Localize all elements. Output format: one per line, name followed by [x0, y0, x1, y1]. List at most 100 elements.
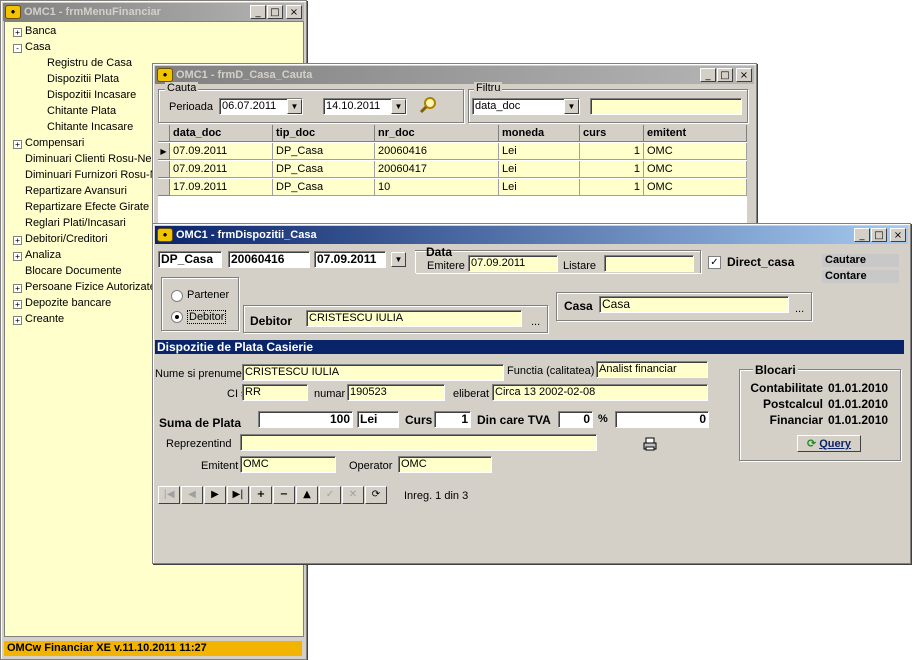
grid-cell[interactable]: Lei	[499, 143, 580, 160]
tva-field[interactable]: 0	[558, 411, 593, 428]
menu-window-titlebar[interactable]: ● OMC1 - frmMenuFinanciar _ □ ×	[3, 3, 304, 21]
edit-record-icon[interactable]: ▲	[296, 486, 318, 504]
grid-column-header[interactable]: emitent	[644, 125, 747, 142]
grid-cell[interactable]: 07.09.2011	[170, 143, 273, 160]
menu-item[interactable]: Repartizare Efecte Girate	[25, 200, 149, 215]
grid-column-header[interactable]: data_doc	[170, 125, 273, 142]
cautare-button[interactable]: Cautare	[821, 253, 900, 268]
grid-cell[interactable]: 1	[580, 143, 644, 160]
grid-cell[interactable]: DP_Casa	[273, 179, 375, 196]
minimize-icon[interactable]: _	[250, 5, 266, 19]
menu-item[interactable]: Creante	[25, 312, 64, 327]
collapse-icon[interactable]: -	[13, 44, 22, 53]
query-button[interactable]: ⟳ Query	[797, 435, 861, 452]
grid-cell[interactable]: 17.09.2011	[170, 179, 273, 196]
close-icon[interactable]: ×	[286, 5, 302, 19]
contare-button[interactable]: Contare	[821, 269, 900, 284]
row-indicator[interactable]	[158, 161, 170, 178]
close-icon[interactable]: ×	[736, 68, 752, 82]
expand-icon[interactable]: +	[13, 28, 22, 37]
menu-item[interactable]: Debitori/Creditori	[25, 232, 108, 247]
grid-cell[interactable]: Lei	[499, 161, 580, 178]
menu-item[interactable]: Dispozitii Plata	[47, 72, 119, 87]
grid-cell[interactable]: 1	[580, 161, 644, 178]
refresh-record-icon[interactable]: ⟳	[365, 486, 387, 504]
grid-column-header[interactable]: curs	[580, 125, 644, 142]
listare-field[interactable]	[604, 255, 694, 272]
reprezentind-field[interactable]	[240, 434, 597, 451]
eliberat-field[interactable]: Circa 13 2002-02-08	[492, 384, 708, 401]
partener-radio[interactable]	[171, 290, 183, 302]
grid-cell[interactable]: 20060417	[375, 161, 499, 178]
current-row-indicator-icon[interactable]: ▶	[158, 143, 170, 160]
direct-casa-checkbox[interactable]: ✓	[708, 256, 721, 269]
grid-cell[interactable]: OMC	[644, 143, 747, 160]
filtru-text-input[interactable]	[590, 98, 742, 115]
debitor-radio[interactable]	[171, 311, 183, 323]
menu-item[interactable]: Persoane Fizice Autorizate	[25, 280, 156, 295]
date-from-dropdown[interactable]: ▼	[287, 99, 302, 114]
tva-amount-field[interactable]: 0	[615, 411, 709, 428]
partener-radio-label[interactable]: Partener	[187, 289, 229, 301]
maximize-icon[interactable]: □	[267, 5, 283, 19]
operator-field[interactable]: OMC	[398, 456, 492, 473]
maximize-icon[interactable]: □	[717, 68, 733, 82]
close-icon[interactable]: ×	[890, 228, 906, 242]
menu-item[interactable]: Reglari Plati/Incasari	[25, 216, 126, 231]
curs-field[interactable]: 1	[434, 411, 471, 428]
emitent-field[interactable]: OMC	[240, 456, 336, 473]
casa-field[interactable]: Casa	[599, 296, 789, 313]
nr-doc-field[interactable]: 20060416	[228, 251, 310, 268]
filtru-dropdown[interactable]: ▼	[564, 99, 579, 114]
grid-cell[interactable]: Lei	[499, 179, 580, 196]
expand-icon[interactable]: +	[13, 236, 22, 245]
grid-cell[interactable]: 20060416	[375, 143, 499, 160]
grid-column-header[interactable]: moneda	[499, 125, 580, 142]
data-doc-dropdown[interactable]: ▼	[391, 252, 406, 267]
grid-cell[interactable]: DP_Casa	[273, 161, 375, 178]
grid-cell[interactable]: 10	[375, 179, 499, 196]
numar-field[interactable]: 190523	[347, 384, 445, 401]
insert-record-icon[interactable]: +	[250, 486, 272, 504]
last-record-icon[interactable]: ▶|	[227, 486, 249, 504]
printer-icon[interactable]	[643, 437, 657, 451]
first-record-icon[interactable]: |◀	[158, 486, 180, 504]
menu-item[interactable]: Blocare Documente	[25, 264, 122, 279]
menu-item[interactable]: Depozite bancare	[25, 296, 111, 311]
grid-cell[interactable]: OMC	[644, 179, 747, 196]
menu-item[interactable]: Banca	[25, 24, 56, 39]
search-window-titlebar[interactable]: ● OMC1 - frmD_Casa_Cauta _ □ ×	[155, 66, 754, 84]
row-indicator[interactable]	[158, 179, 170, 196]
grid-column-header[interactable]: tip_doc	[273, 125, 375, 142]
minimize-icon[interactable]: _	[700, 68, 716, 82]
grid-cell[interactable]: 07.09.2011	[170, 161, 273, 178]
expand-icon[interactable]: +	[13, 252, 22, 261]
grid-cell[interactable]: OMC	[644, 161, 747, 178]
minimize-icon[interactable]: _	[854, 228, 870, 242]
search-icon[interactable]	[419, 95, 439, 115]
grid-cell[interactable]: DP_Casa	[273, 143, 375, 160]
functia-field[interactable]: Analist financiar	[596, 361, 708, 378]
menu-item[interactable]: Analiza	[25, 248, 61, 263]
menu-item[interactable]: Chitante Plata	[47, 104, 116, 119]
menu-item[interactable]: Registru de Casa	[47, 56, 132, 71]
ci-serie-field[interactable]: RR	[242, 384, 308, 401]
next-record-icon[interactable]: ▶	[204, 486, 226, 504]
data-doc-field[interactable]: 07.09.2011	[314, 251, 386, 268]
suma-field[interactable]: 100	[258, 411, 353, 428]
debitor-browse-button[interactable]: ...	[531, 316, 540, 328]
menu-item[interactable]: Repartizare Avansuri	[25, 184, 127, 199]
nume-field[interactable]: CRISTESCU IULIA	[242, 364, 504, 381]
menu-item[interactable]: Chitante Incasare	[47, 120, 133, 135]
moneda-field[interactable]: Lei	[357, 411, 399, 428]
delete-record-icon[interactable]: −	[273, 486, 295, 504]
expand-icon[interactable]: +	[13, 316, 22, 325]
casa-browse-button[interactable]: ...	[795, 303, 804, 315]
post-record-icon[interactable]: ✓	[319, 486, 341, 504]
tip-doc-field[interactable]: DP_Casa	[158, 251, 222, 268]
grid-cell[interactable]: 1	[580, 179, 644, 196]
date-to-dropdown[interactable]: ▼	[391, 99, 406, 114]
menu-item[interactable]: Compensari	[25, 136, 84, 151]
debitor-field[interactable]: CRISTESCU IULIA	[306, 310, 522, 327]
prior-record-icon[interactable]: ◀	[181, 486, 203, 504]
